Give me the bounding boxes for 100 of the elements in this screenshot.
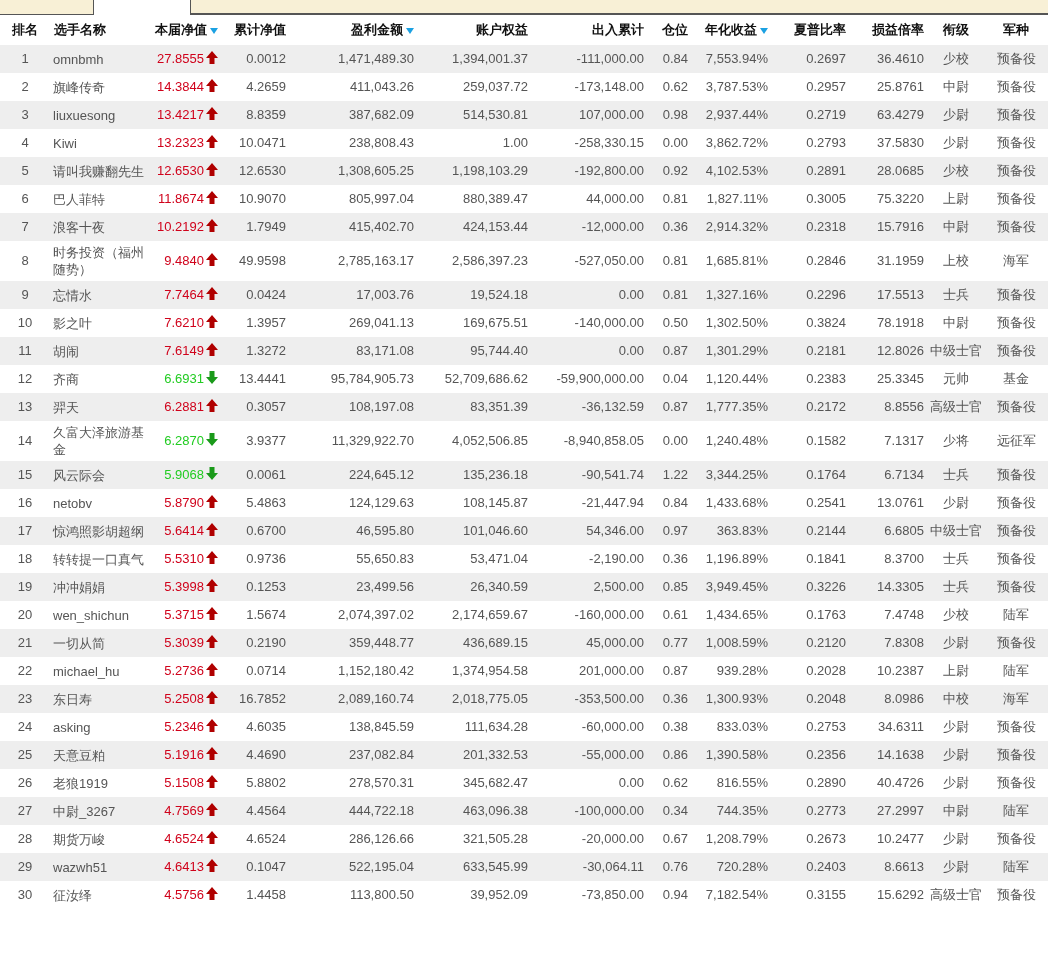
table-cell: 0.2356 (806, 747, 846, 762)
table-cell: 2,074,397.02 (338, 607, 414, 622)
table-cell: 54,346.00 (586, 523, 644, 538)
table-cell: 1,208.79% (705, 831, 768, 846)
table-cell: 0.86 (662, 747, 688, 762)
table-cell: 0.76 (662, 859, 688, 874)
net-value: 13.2323 (157, 135, 204, 150)
table-cell: 0.62 (662, 775, 688, 790)
rank-cell: 19 (17, 579, 33, 594)
table-cell: 55,650.83 (356, 551, 414, 566)
table-cell: 6.7134 (884, 467, 924, 482)
table-cell: 27.2997 (877, 803, 924, 818)
table-cell: 0.2403 (806, 859, 846, 874)
column-header[interactable]: 盈利金额 (351, 22, 414, 37)
table-cell: 201,000.00 (578, 663, 644, 678)
table-cell: -192,800.00 (574, 163, 644, 178)
table-cell: -30,064.11 (582, 859, 644, 874)
table-cell: 26,340.59 (470, 579, 528, 594)
table-cell: 2,914.32% (705, 219, 768, 234)
table-cell: 7.4748 (884, 607, 924, 622)
table-cell: 预备役 (996, 719, 1036, 734)
table-cell: 少尉 (943, 831, 969, 846)
table-cell: 17.5513 (877, 287, 924, 302)
table-cell: 1,685.81% (705, 253, 768, 268)
sort-icon (210, 27, 218, 34)
table-cell: 2,500.00 (593, 579, 644, 594)
table-cell: 中尉 (943, 79, 969, 94)
table-cell: 833.03% (716, 719, 768, 734)
table-cell: 2,586,397.23 (452, 253, 528, 268)
rank-cell: 22 (17, 663, 33, 678)
table-cell: 269,041.13 (348, 315, 414, 330)
table-cell: 4.6524 (246, 831, 286, 846)
rank-cell: 8 (21, 253, 29, 268)
table-cell: -55,000.00 (581, 747, 644, 762)
table-cell: 0.2719 (806, 107, 846, 122)
table-cell: 预备役 (996, 219, 1036, 234)
table-cell: 95,744.40 (470, 343, 528, 358)
table-cell: 0.62 (662, 79, 688, 94)
table-cell: 0.36 (662, 219, 688, 234)
table-cell: 15.7916 (877, 219, 924, 234)
table-cell: 7.8308 (884, 635, 924, 650)
player-name: 浪客十夜 (53, 219, 105, 235)
table-cell: -21,447.94 (581, 495, 644, 510)
rank-cell: 1 (21, 51, 29, 66)
net-value: 5.6414 (164, 523, 204, 538)
table-cell: 83,351.39 (470, 399, 528, 414)
table-cell: 0.00 (618, 287, 644, 302)
table-cell: 3.9377 (246, 433, 286, 448)
player-name: 东日寿 (53, 691, 92, 707)
table-cell: 0.97 (662, 523, 688, 538)
column-header[interactable]: 本届净值 (155, 22, 218, 37)
table-cell: 0.77 (662, 635, 688, 650)
table-cell: 95,784,905.73 (330, 371, 414, 386)
table-cell: 0.1582 (806, 433, 846, 448)
table-cell: 11,329,922.70 (331, 433, 414, 448)
table-cell: 0.2846 (806, 253, 846, 268)
table-cell: 1,302.50% (705, 315, 768, 330)
rank-cell: 28 (17, 831, 33, 846)
table-cell: 436,689.15 (462, 635, 528, 650)
rank-cell: 17 (17, 523, 33, 538)
table-cell: 预备役 (996, 135, 1036, 150)
table-cell: 1,198,103.29 (452, 163, 528, 178)
table-cell: 海军 (1003, 691, 1029, 706)
table-cell: 中尉 (943, 315, 969, 330)
table-cell: 7,182.54% (705, 887, 768, 902)
player-name: 巴人菲特 (53, 191, 105, 207)
net-value: 5.1508 (164, 775, 204, 790)
table-cell: 少尉 (943, 775, 969, 790)
table-cell: -36,132.59 (581, 399, 644, 414)
table-cell: 1,301.29% (705, 343, 768, 358)
rank-cell: 9 (21, 287, 29, 302)
table-cell: 预备役 (996, 51, 1036, 66)
table-cell: 720.28% (716, 859, 768, 874)
net-value: 11.8674 (157, 191, 204, 206)
table-cell: 113,800.50 (349, 887, 414, 902)
table-cell: 0.81 (662, 253, 688, 268)
table-cell: 108,145.87 (462, 495, 528, 510)
player-name: 忘情水 (53, 287, 92, 303)
table-cell: -12,000.00 (581, 219, 644, 234)
table-cell: 预备役 (996, 635, 1036, 650)
column-header[interactable]: 年化收益 (705, 22, 768, 37)
table-cell: 预备役 (996, 467, 1036, 482)
table-cell: 0.0061 (246, 467, 286, 482)
table-cell: 上校 (943, 253, 969, 268)
table-cell: 高级士官 (930, 399, 982, 414)
table-cell: 424,153.44 (462, 219, 528, 234)
table-cell: 少将 (943, 433, 969, 448)
table-cell: 939.28% (716, 663, 768, 678)
table-cell: 23,499.56 (356, 579, 414, 594)
table-cell: 1,390.58% (705, 747, 768, 762)
table-cell: 预备役 (996, 523, 1036, 538)
table-cell: 37.5830 (877, 135, 924, 150)
table-cell: 1.00 (502, 135, 528, 150)
player-name: 征汝绎 (53, 887, 92, 903)
table-cell: 少尉 (943, 859, 969, 874)
table-cell: -73,850.00 (581, 887, 644, 902)
table-cell: 52,709,686.62 (444, 371, 528, 386)
table-cell: 1,240.48% (705, 433, 768, 448)
column-header: 累计净值 (234, 22, 286, 37)
table-cell: 1.22 (662, 467, 688, 482)
